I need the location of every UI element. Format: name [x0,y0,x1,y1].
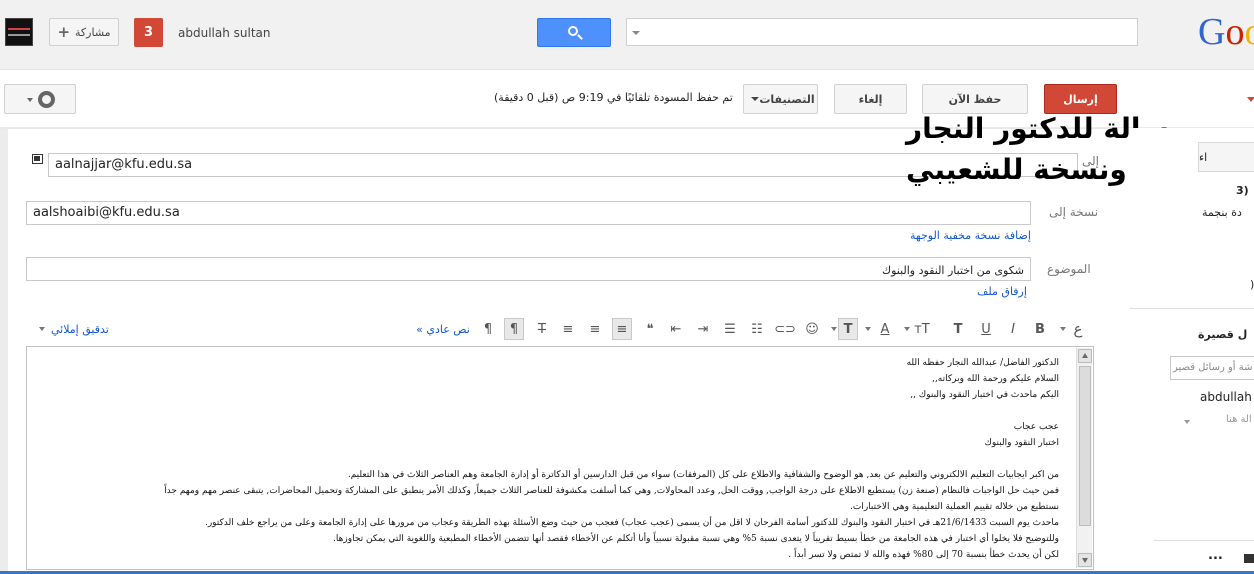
body-line: وللتوضيح فلا يخلوا أي اختبار في هذه الجا… [333,534,1059,544]
align-center-icon[interactable]: ≡ [585,318,605,340]
body-line: لكن أن يحدث خطأ بنسبة 70 إلى 80% فهذه وا… [788,550,1059,560]
right-panel-button[interactable]: اء [1198,142,1254,172]
align-right-icon[interactable]: ≡ [612,318,632,340]
scrollbar-thumb[interactable] [1079,366,1091,526]
google-logo[interactable]: Goo [1198,10,1254,54]
numbered-list-icon[interactable]: ☷ [747,318,767,340]
indent-less-icon[interactable]: ⇤ [666,318,686,340]
font-icon[interactable]: T [948,318,968,340]
cc-label: نسخة إلى [1049,205,1099,219]
chevron-down-icon[interactable] [1184,420,1190,424]
share-button[interactable]: + مشاركة [49,18,119,46]
cc-field[interactable]: aalshoaibi@kfu.edu.sa [26,201,1031,225]
subject-label: الموضوع [1047,262,1091,276]
top-bar: + مشاركة 3 abdullah sultan Goo [0,0,1254,70]
body-line: نستطيع من خلاله تقييم العملية التعليمية … [849,502,1059,512]
chevron-down-icon[interactable] [831,327,837,331]
save-now-button[interactable]: حفظ الآن [922,84,1028,114]
send-button[interactable]: إرسال [1044,84,1117,114]
share-label: مشاركة [75,25,111,39]
notifications-badge[interactable]: 3 [134,18,163,47]
spellcheck-button[interactable]: تدقيق إملائي [39,318,119,340]
subject-field[interactable]: شكوى من اختبار النقود والبنوك [26,257,1031,281]
draft-status: تم حفظ المسودة تلقائيًا في 9:19 ص (قبل 0… [494,91,733,104]
gmail-compose-window: + مشاركة 3 abdullah sultan Goo تم حفظ الم… [0,0,1254,574]
chevron-down-icon[interactable] [904,327,910,331]
chat-bubble-icon[interactable] [1244,554,1254,563]
body-line: . [27,563,1059,569]
search-button[interactable] [537,18,611,47]
body-line: الدكتور الفاضل/ عبدالله النجار حفظه الله [906,358,1059,368]
chat-search-input[interactable]: شة أو رسائل قصير [1170,356,1254,380]
discard-button[interactable]: إلغاء [834,84,907,114]
body-line: السلام عليكم ورحمة الله وبركاته,, [932,374,1059,384]
indent-more-icon[interactable]: ⇥ [693,318,713,340]
body-line: اليكم ماحدث في اختبار النقود والبنوك ,, [910,390,1059,400]
text-color-icon[interactable]: A [875,318,895,340]
count-fragment: (3 [1236,184,1249,197]
scroll-up-arrow-icon[interactable] [1078,349,1092,363]
underline-icon[interactable]: U [976,318,996,340]
plain-text-link[interactable]: « نص عادي [412,318,474,340]
body-line [27,451,1059,467]
text-size-icon[interactable]: ᴛT [912,318,932,340]
background-color-icon[interactable]: T [838,318,858,340]
body-line: ماحدث يوم السبت 21/6/1433هـ في اختبار ال… [204,518,1059,528]
starred-fragment: دة بنجمة [1202,206,1242,219]
chevron-down-icon [751,97,760,101]
body-line: فمن حيث حل الواجبات فالنظام (صنعة زن) يس… [164,486,1059,496]
divider [1130,308,1254,309]
chevron-down-icon [27,98,33,102]
rtl-direction-icon[interactable]: ¶ [478,318,498,340]
remove-formatting-icon[interactable]: T̶ [532,318,552,340]
plus-icon: + [57,23,71,41]
chat-user-fragment: abdullah [1200,390,1252,404]
popout-icon[interactable] [32,154,43,164]
overlay-annotation-line2: ونسخة للشعيبي [906,153,1127,186]
bulleted-list-icon[interactable]: ☰ [720,318,740,340]
profile-avatar[interactable] [5,18,33,46]
chat-fragment: ل قصيرة [1198,328,1248,341]
format-toolbar: تدقيق إملائي « نص عادي ¶ ¶ T̶ ≡ ≡ ≡ ❝ ⇤ … [30,316,1092,342]
chevron-down-icon[interactable] [1060,327,1066,331]
search-input[interactable] [626,18,1138,46]
message-body[interactable]: الدكتور الفاضل/ عبدالله النجار حفظه الله… [27,355,1069,569]
body-line: عجب عجاب [1013,422,1059,432]
body-line [27,403,1059,419]
font-family-icon[interactable]: ع [1068,318,1088,340]
quote-icon[interactable]: ❝ [640,318,660,340]
labels-button[interactable]: التصنيفات [743,84,818,114]
scrollbar[interactable] [1076,348,1092,568]
gear-icon [38,91,55,108]
link-icon[interactable]: ⊂⊃ [774,318,796,340]
align-left-icon[interactable]: ≡ [558,318,578,340]
italic-icon[interactable]: I [1003,318,1023,340]
message-body-editor[interactable]: الدكتور الفاضل/ عبدالله النجار حفظه الله… [26,346,1094,570]
emoji-icon[interactable]: ☺ [802,318,822,340]
scroll-down-arrow-icon[interactable] [1078,553,1092,567]
paren-fragment: ( [1250,278,1254,291]
attach-file-link[interactable]: إرفاق ملف [977,285,1027,298]
body-line: اختبار النقود والبنوك [984,438,1059,448]
chevron-down-icon[interactable] [865,327,871,331]
ltr-direction-icon[interactable]: ¶ [504,318,524,340]
settings-button[interactable] [4,84,76,114]
more-options-icon[interactable]: ... [1208,548,1223,563]
divider [1154,540,1254,541]
username[interactable]: abdullah sultan [178,26,271,40]
status-fragment: الة هنا [1226,414,1252,425]
bold-icon[interactable]: B [1030,318,1050,340]
right-panel: اء (3 دة بنجمة ( ل قصيرة شة أو رسائل قصي… [1130,128,1254,574]
chevron-down-icon[interactable] [1247,97,1254,102]
add-bcc-link[interactable]: إضافة نسخة مخفية الوجهة [910,229,1031,242]
body-line: من اكبر ايجابيات التعليم الالكتروني والت… [347,470,1059,480]
search-options-icon[interactable] [632,31,640,35]
